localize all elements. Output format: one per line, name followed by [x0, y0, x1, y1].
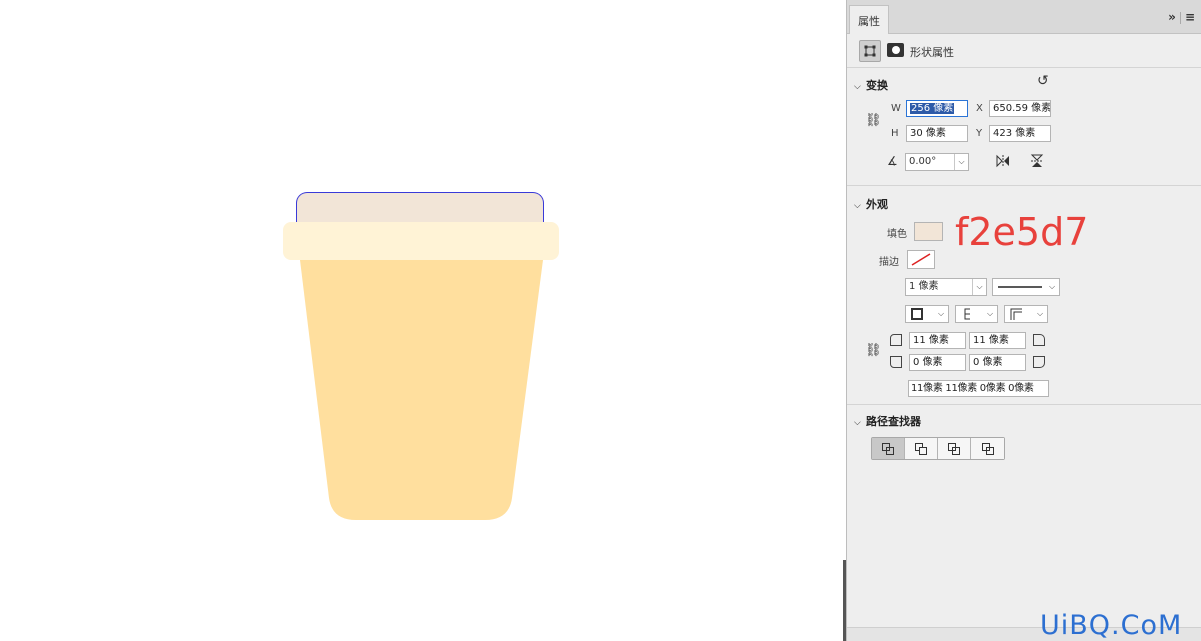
fill-color-swatch[interactable] — [914, 222, 943, 241]
hamburger-menu-icon[interactable]: ≡ — [1185, 10, 1195, 24]
appearance-section-header[interactable]: ⌵ 外观 — [854, 196, 888, 212]
chevron-down-icon: ⌵ — [972, 279, 986, 295]
y-field[interactable]: 423 像素 — [989, 125, 1051, 142]
kind-label: 形状属性 — [910, 46, 954, 59]
link-chain-icon[interactable]: ⛓ — [865, 343, 882, 358]
x-label: X — [976, 103, 983, 114]
transform-section-header[interactable]: ⌵ 变换 — [854, 77, 888, 93]
mask-icon[interactable] — [887, 43, 904, 57]
double-chevron-right-icon[interactable]: » — [1168, 10, 1176, 24]
stroke-width-dropdown[interactable]: 1 像素 ⌵ — [905, 278, 987, 296]
chevron-down-icon: ⌵ — [854, 82, 861, 92]
corner-bottom-left-icon — [890, 356, 902, 368]
chevron-down-icon: ⌵ — [1036, 309, 1044, 318]
transform-box-icon[interactable] — [859, 40, 881, 62]
corner-top-left-field[interactable]: 11 像素 — [909, 332, 966, 349]
stroke-cap-dropdown[interactable]: ⌵ — [955, 305, 998, 323]
cup-lid-shape-selected[interactable] — [296, 192, 544, 222]
watermark: UiBQ.CoM — [1040, 610, 1183, 641]
reset-icon[interactable]: ↺ — [1037, 73, 1049, 89]
unite-icon[interactable] — [872, 438, 905, 459]
chevron-down-icon: ⌵ — [1048, 282, 1056, 291]
pathfinder-section-header[interactable]: ⌵ 路径查找器 — [854, 413, 921, 429]
document-canvas[interactable] — [0, 0, 843, 641]
stroke-align-dropdown[interactable]: ⌵ — [905, 305, 949, 323]
y-label: Y — [976, 128, 983, 139]
stroke-none-swatch[interactable] — [907, 250, 935, 269]
intersect-icon[interactable] — [938, 438, 971, 459]
hex-color-annotation: f2e5d7 — [955, 210, 1089, 254]
corner-top-right-icon — [1033, 334, 1045, 346]
exclude-icon[interactable] — [971, 438, 1004, 459]
properties-panel: 属性 » ≡ 形状属性 ⌵ 变换 ↺ W 256 像素 X 650.59 像素 ⛓ … — [846, 0, 1201, 641]
section-divider — [847, 185, 1201, 186]
pathfinder-buttons — [871, 437, 1005, 460]
x-field[interactable]: 650.59 像素 — [989, 100, 1051, 117]
section-divider — [847, 404, 1201, 405]
angle-icon: ∡ — [887, 154, 898, 168]
flip-horizontal-icon[interactable] — [995, 154, 1011, 171]
corner-top-left-icon — [890, 334, 902, 346]
h-label: H — [891, 128, 899, 139]
corner-radius-summary[interactable]: 11像素 11像素 0像素 0像素 — [908, 380, 1049, 397]
cup-rim-shape[interactable] — [283, 222, 559, 260]
tab-properties[interactable]: 属性 — [849, 5, 889, 34]
chevron-down-icon: ⌵ — [854, 201, 861, 211]
angle-dropdown[interactable]: 0.00° ⌵ — [905, 153, 969, 171]
stroke-style-dropdown[interactable]: ⌵ — [992, 278, 1060, 296]
chevron-down-icon: ⌵ — [854, 418, 861, 428]
flip-vertical-icon[interactable] — [1030, 153, 1044, 172]
w-label: W — [891, 103, 901, 114]
fill-label: 填色 — [887, 229, 907, 240]
height-field[interactable]: 30 像素 — [906, 125, 968, 142]
stroke-label: 描边 — [879, 257, 899, 268]
corner-bottom-right-icon — [1033, 356, 1045, 368]
minus-front-icon[interactable] — [905, 438, 938, 459]
corner-bottom-left-field[interactable]: 0 像素 — [909, 354, 966, 371]
chevron-down-icon: ⌵ — [937, 309, 945, 318]
corner-bottom-right-field[interactable]: 0 像素 — [969, 354, 1026, 371]
corner-top-right-field[interactable]: 11 像素 — [969, 332, 1026, 349]
stroke-join-dropdown[interactable]: ⌵ — [1004, 305, 1048, 323]
chevron-down-icon: ⌵ — [954, 154, 968, 170]
width-field[interactable]: 256 像素 — [906, 100, 968, 117]
shape-kind-row: 形状属性 — [847, 34, 1201, 68]
link-chain-icon[interactable]: ⛓ — [865, 113, 882, 128]
panel-tab-bar: 属性 » ≡ — [847, 0, 1201, 34]
cup-body-shape[interactable] — [0, 0, 843, 641]
chevron-down-icon: ⌵ — [986, 309, 994, 318]
